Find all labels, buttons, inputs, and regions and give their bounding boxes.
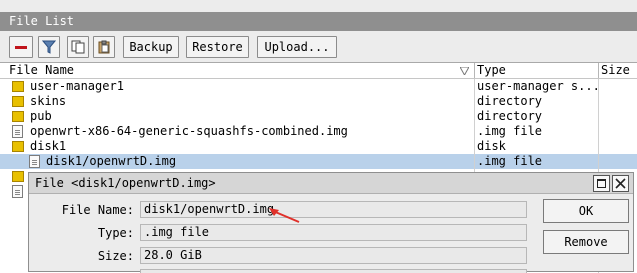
restore-button[interactable]: Restore [186,36,249,58]
file-name-field[interactable]: disk1/openwrtD.img [140,201,527,218]
window-title: File List [0,12,637,31]
size-label: Size: [97,249,134,263]
file-icon [12,125,23,138]
type-field[interactable]: .img file [140,224,527,241]
column-header-type[interactable]: Type [475,63,598,78]
column-header-size[interactable]: Size [599,63,637,78]
filter-icon [42,40,56,54]
row-name: openwrt-x86-64-generic-squashfs-combined… [30,124,348,138]
table-row[interactable]: openwrt-x86-64-generic-squashfs-combined… [0,124,637,139]
row-name: user-manager1 [30,79,124,93]
paste-icon [98,40,110,54]
row-name: disk1/openwrtD.img [46,154,177,168]
maximize-icon [597,179,606,188]
row-name: pub [30,109,52,123]
maximize-button[interactable] [593,175,610,192]
row-name: disk1 [30,139,67,153]
remove-button[interactable] [9,36,33,58]
row-type: .img file [477,154,543,168]
partial-field [140,269,527,273]
table-row[interactable]: skins directory [0,94,637,109]
file-name-label: File Name: [61,203,134,217]
table-row[interactable]: user-manager1 user-manager s... [0,79,637,94]
row-type: directory [477,109,543,123]
sort-icon [460,67,469,75]
copy-icon [71,40,85,54]
ok-button[interactable]: OK [543,199,629,223]
table-header: File Name Type Size [0,63,637,79]
upload-button[interactable]: Upload... [257,36,337,58]
paste-button[interactable] [93,36,115,58]
row-type: disk [477,139,506,153]
dialog-title: File <disk1/openwrtD.img> [29,173,633,194]
file-icon [12,185,23,198]
close-icon [615,178,626,189]
remove-icon [15,45,27,49]
annotation-arrow-icon [269,208,300,223]
close-button[interactable] [612,175,629,192]
remove-dialog-button[interactable]: Remove [543,230,629,254]
type-label: Type: [97,226,134,240]
table-row-selected[interactable]: disk1/openwrtD.img .img file [0,154,637,169]
folder-icon [12,171,24,182]
toolbar: Backup Restore Upload... [0,31,637,62]
column-header-file-name[interactable]: File Name [0,63,474,78]
folder-icon [12,111,24,122]
row-type: user-manager s... [477,79,597,93]
row-type: .img file [477,124,543,138]
table-row[interactable]: pub directory [0,109,637,124]
folder-icon [12,141,24,152]
file-icon [29,155,40,168]
file-list-window: File List Backup Restore Upload... File … [0,0,637,273]
folder-icon [12,96,24,107]
copy-button[interactable] [67,36,89,58]
row-type: directory [477,94,543,108]
file-properties-dialog: File <disk1/openwrtD.img> File Name: dis… [28,172,634,273]
table-row[interactable]: disk1 disk [0,139,637,154]
filter-button[interactable] [38,36,60,58]
folder-icon [12,81,24,92]
backup-button[interactable]: Backup [123,36,179,58]
row-name: skins [30,94,67,108]
size-field[interactable]: 28.0 GiB [140,247,527,264]
